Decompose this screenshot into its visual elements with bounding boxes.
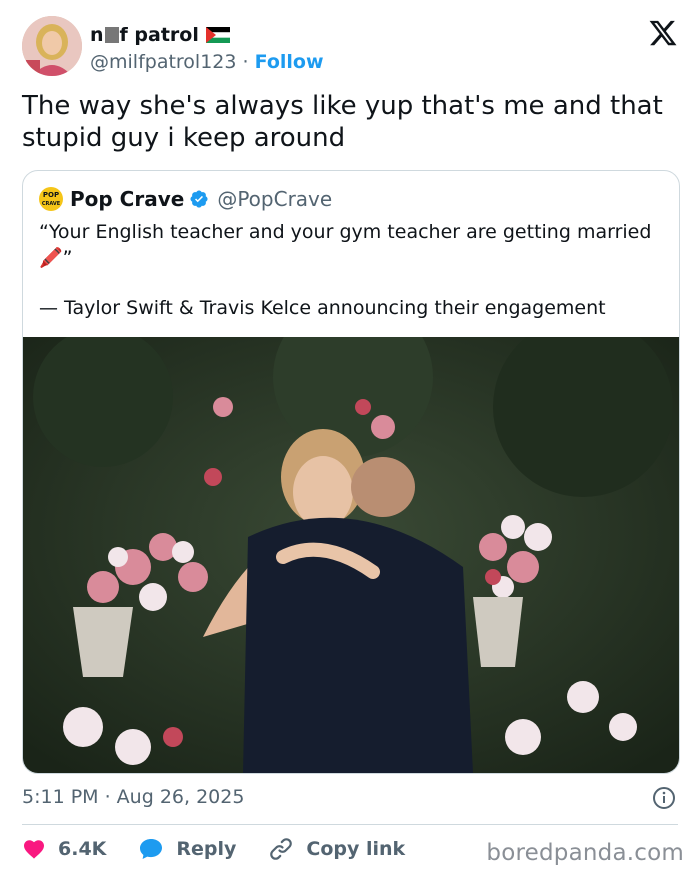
tweet-timestamp[interactable]: 5:11 PM · Aug 26, 2025 xyxy=(22,786,244,808)
watermark: boredpanda.com xyxy=(486,840,684,866)
copy-link-button[interactable]: Copy link xyxy=(268,836,405,862)
reply-button[interactable]: Reply xyxy=(138,837,236,861)
quoted-tweet-card[interactable]: POP CRAVE Pop Crave @PopCrave “Your Engli… xyxy=(22,170,680,774)
tweet-actions: 6.4K Reply Copy link xyxy=(22,836,437,862)
separator: · xyxy=(242,51,249,73)
heart-icon xyxy=(24,840,44,859)
quoted-text: “Your English teacher and your gym teach… xyxy=(39,221,652,269)
x-logo-icon[interactable] xyxy=(648,18,678,48)
info-icon[interactable] xyxy=(652,786,676,810)
quoted-handle: @PopCrave xyxy=(217,187,333,211)
reply-label: Reply xyxy=(176,838,237,860)
engagement-photo[interactable] xyxy=(23,337,679,773)
author-name[interactable]: n f patrol xyxy=(90,24,230,46)
tweet-header: n f patrol @milfpatrol123 · Follow xyxy=(22,16,682,78)
author-name-end: f patrol xyxy=(119,24,199,46)
verified-badge-icon xyxy=(190,190,208,208)
divider xyxy=(22,824,678,825)
follow-button[interactable]: Follow xyxy=(255,51,324,73)
avatar[interactable] xyxy=(22,16,82,76)
quoted-attribution: — Taylor Swift & Travis Kelce announcing… xyxy=(39,297,606,319)
author-handle-row: @milfpatrol123 · Follow xyxy=(90,51,324,73)
like-button[interactable]: 6.4K xyxy=(22,837,106,861)
tweet-text: The way she's always like yup that's me … xyxy=(22,91,663,153)
pop-crave-logo: POP CRAVE xyxy=(39,187,63,211)
author-handle[interactable]: @milfpatrol123 xyxy=(90,51,236,73)
quoted-name: Pop Crave xyxy=(70,187,185,211)
like-count: 6.4K xyxy=(58,838,107,860)
copy-link-label: Copy link xyxy=(306,838,406,860)
reply-icon xyxy=(140,839,163,859)
name-censor-block xyxy=(104,27,119,43)
link-icon xyxy=(270,838,293,860)
author-name-start: n xyxy=(90,24,104,46)
quoted-header: POP CRAVE Pop Crave @PopCrave xyxy=(39,187,332,211)
palestine-flag-icon xyxy=(205,27,230,43)
